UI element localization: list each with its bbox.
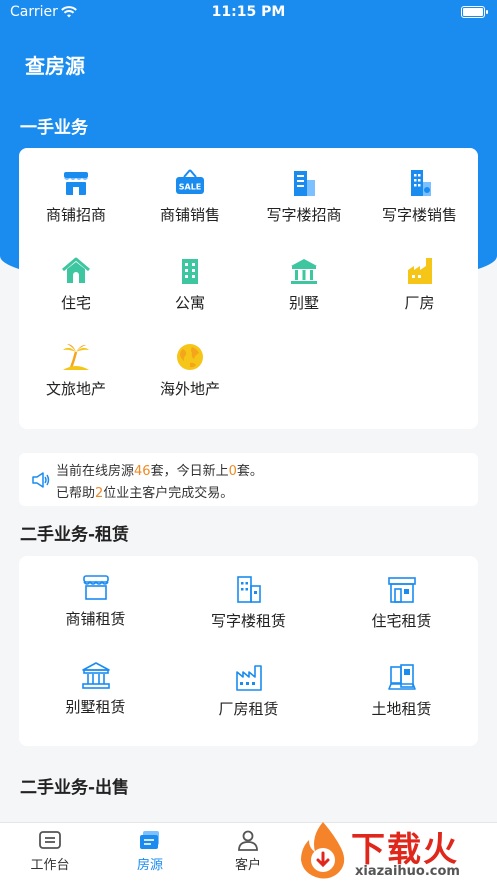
land-outline-icon (387, 664, 416, 690)
item-label: 写字楼租赁 (210, 612, 286, 630)
house-icon (62, 257, 90, 283)
sale-section-title: 二手业务-出售 (20, 778, 130, 798)
tab-label: 工作台 (30, 858, 70, 873)
first-hand-item-residence[interactable]: 住宅 (19, 256, 133, 313)
sale-sign-icon: SALE (176, 169, 204, 194)
first-hand-item-apartment[interactable]: 公寓 (133, 256, 247, 313)
globe-icon (177, 344, 203, 370)
rent-section-title: 二手业务-租赁 (20, 525, 130, 545)
item-label: 土地租赁 (371, 700, 432, 718)
workbench-icon (39, 831, 61, 849)
office-sale-icon (410, 170, 431, 196)
villa-outline-icon (81, 662, 110, 689)
listing-icon (140, 831, 159, 849)
rent-card: 商铺租赁 写字楼租赁 住宅租赁 别墅租赁 厂房租赁 土地租赁 (19, 556, 478, 746)
item-label: 写字楼招商 (266, 206, 342, 224)
new-today-count: 0 (228, 464, 237, 479)
client-icon (238, 830, 258, 851)
item-label: 商铺租赁 (65, 610, 126, 628)
villa-icon (291, 259, 317, 284)
apartment-icon (182, 259, 198, 284)
item-label: 厂房租赁 (218, 700, 279, 718)
tab-label: 房源 (136, 858, 163, 873)
item-label: 写字楼销售 (381, 206, 457, 224)
tab-listings[interactable]: 房源 (100, 829, 200, 873)
office-outline-icon (236, 576, 261, 603)
rent-item-villa[interactable]: 别墅租赁 (19, 660, 172, 717)
speaker-icon (32, 472, 50, 488)
item-label: 文旅地产 (45, 380, 106, 398)
rent-item-residence[interactable]: 住宅租赁 (325, 574, 478, 631)
house-outline-icon (387, 577, 416, 603)
rent-item-land[interactable]: 土地租赁 (325, 662, 478, 719)
rent-item-factory[interactable]: 厂房租赁 (172, 662, 325, 719)
site-watermark: 下载火 xiazaihuo.com (293, 818, 493, 883)
first-hand-item-cultural-tourism[interactable]: 文旅地产 (19, 342, 133, 399)
item-label: 商铺招商 (45, 206, 106, 224)
item-label: 海外地产 (159, 380, 220, 398)
office-building-icon (294, 171, 315, 196)
status-bar: Carrier 11:15 PM (0, 0, 497, 26)
item-label: 商铺销售 (159, 206, 220, 224)
first-hand-item-office-sale[interactable]: 写字楼销售 (361, 168, 478, 225)
online-count: 46 (134, 464, 151, 479)
rent-item-office[interactable]: 写字楼租赁 (172, 574, 325, 631)
flame-logo-icon (301, 822, 345, 879)
shop-icon (64, 172, 88, 195)
rent-item-shop[interactable]: 商铺租赁 (19, 572, 172, 629)
first-hand-item-villa[interactable]: 别墅 (247, 256, 361, 313)
watermark-sub: xiazaihuo.com (355, 864, 460, 879)
battery-icon (461, 6, 488, 18)
tab-workbench[interactable]: 工作台 (0, 829, 100, 873)
shop-outline-icon (82, 575, 109, 600)
palm-island-icon (63, 344, 89, 370)
item-label: 公寓 (174, 294, 205, 312)
item-label: 住宅租赁 (371, 612, 432, 630)
page-title: 查房源 (25, 54, 85, 78)
first-hand-item-shop-sale[interactable]: SALE 商铺销售 (133, 168, 247, 225)
first-hand-item-overseas[interactable]: 海外地产 (133, 342, 247, 399)
tab-label: 客户 (234, 858, 261, 873)
notice-line-helped: 已帮助2位业主客户完成交易。 (56, 486, 234, 501)
item-label: 别墅租赁 (65, 698, 126, 716)
factory-icon (407, 258, 432, 284)
tab-clients[interactable]: 客户 (198, 829, 298, 873)
notice-line-online: 当前在线房源46套，今日新上0套。 (56, 464, 263, 479)
svg-text:SALE: SALE (179, 183, 202, 192)
first-hand-item-shop[interactable]: 商铺招商 (19, 168, 133, 225)
item-label: 住宅 (60, 294, 91, 312)
first-hand-section-title: 一手业务 (20, 118, 88, 138)
first-hand-item-factory[interactable]: 厂房 (361, 256, 478, 313)
stats-notice: 当前在线房源46套，今日新上0套。 已帮助2位业主客户完成交易。 (19, 453, 478, 506)
factory-outline-icon (235, 665, 262, 691)
clock: 11:15 PM (211, 4, 286, 20)
item-label: 厂房 (404, 294, 435, 312)
first-hand-item-office[interactable]: 写字楼招商 (247, 168, 361, 225)
item-label: 别墅 (288, 294, 319, 312)
first-hand-card: 商铺招商 SALE 商铺销售 写字楼招商 写字楼销售 住宅 公寓 别墅 厂房 文… (19, 148, 478, 429)
